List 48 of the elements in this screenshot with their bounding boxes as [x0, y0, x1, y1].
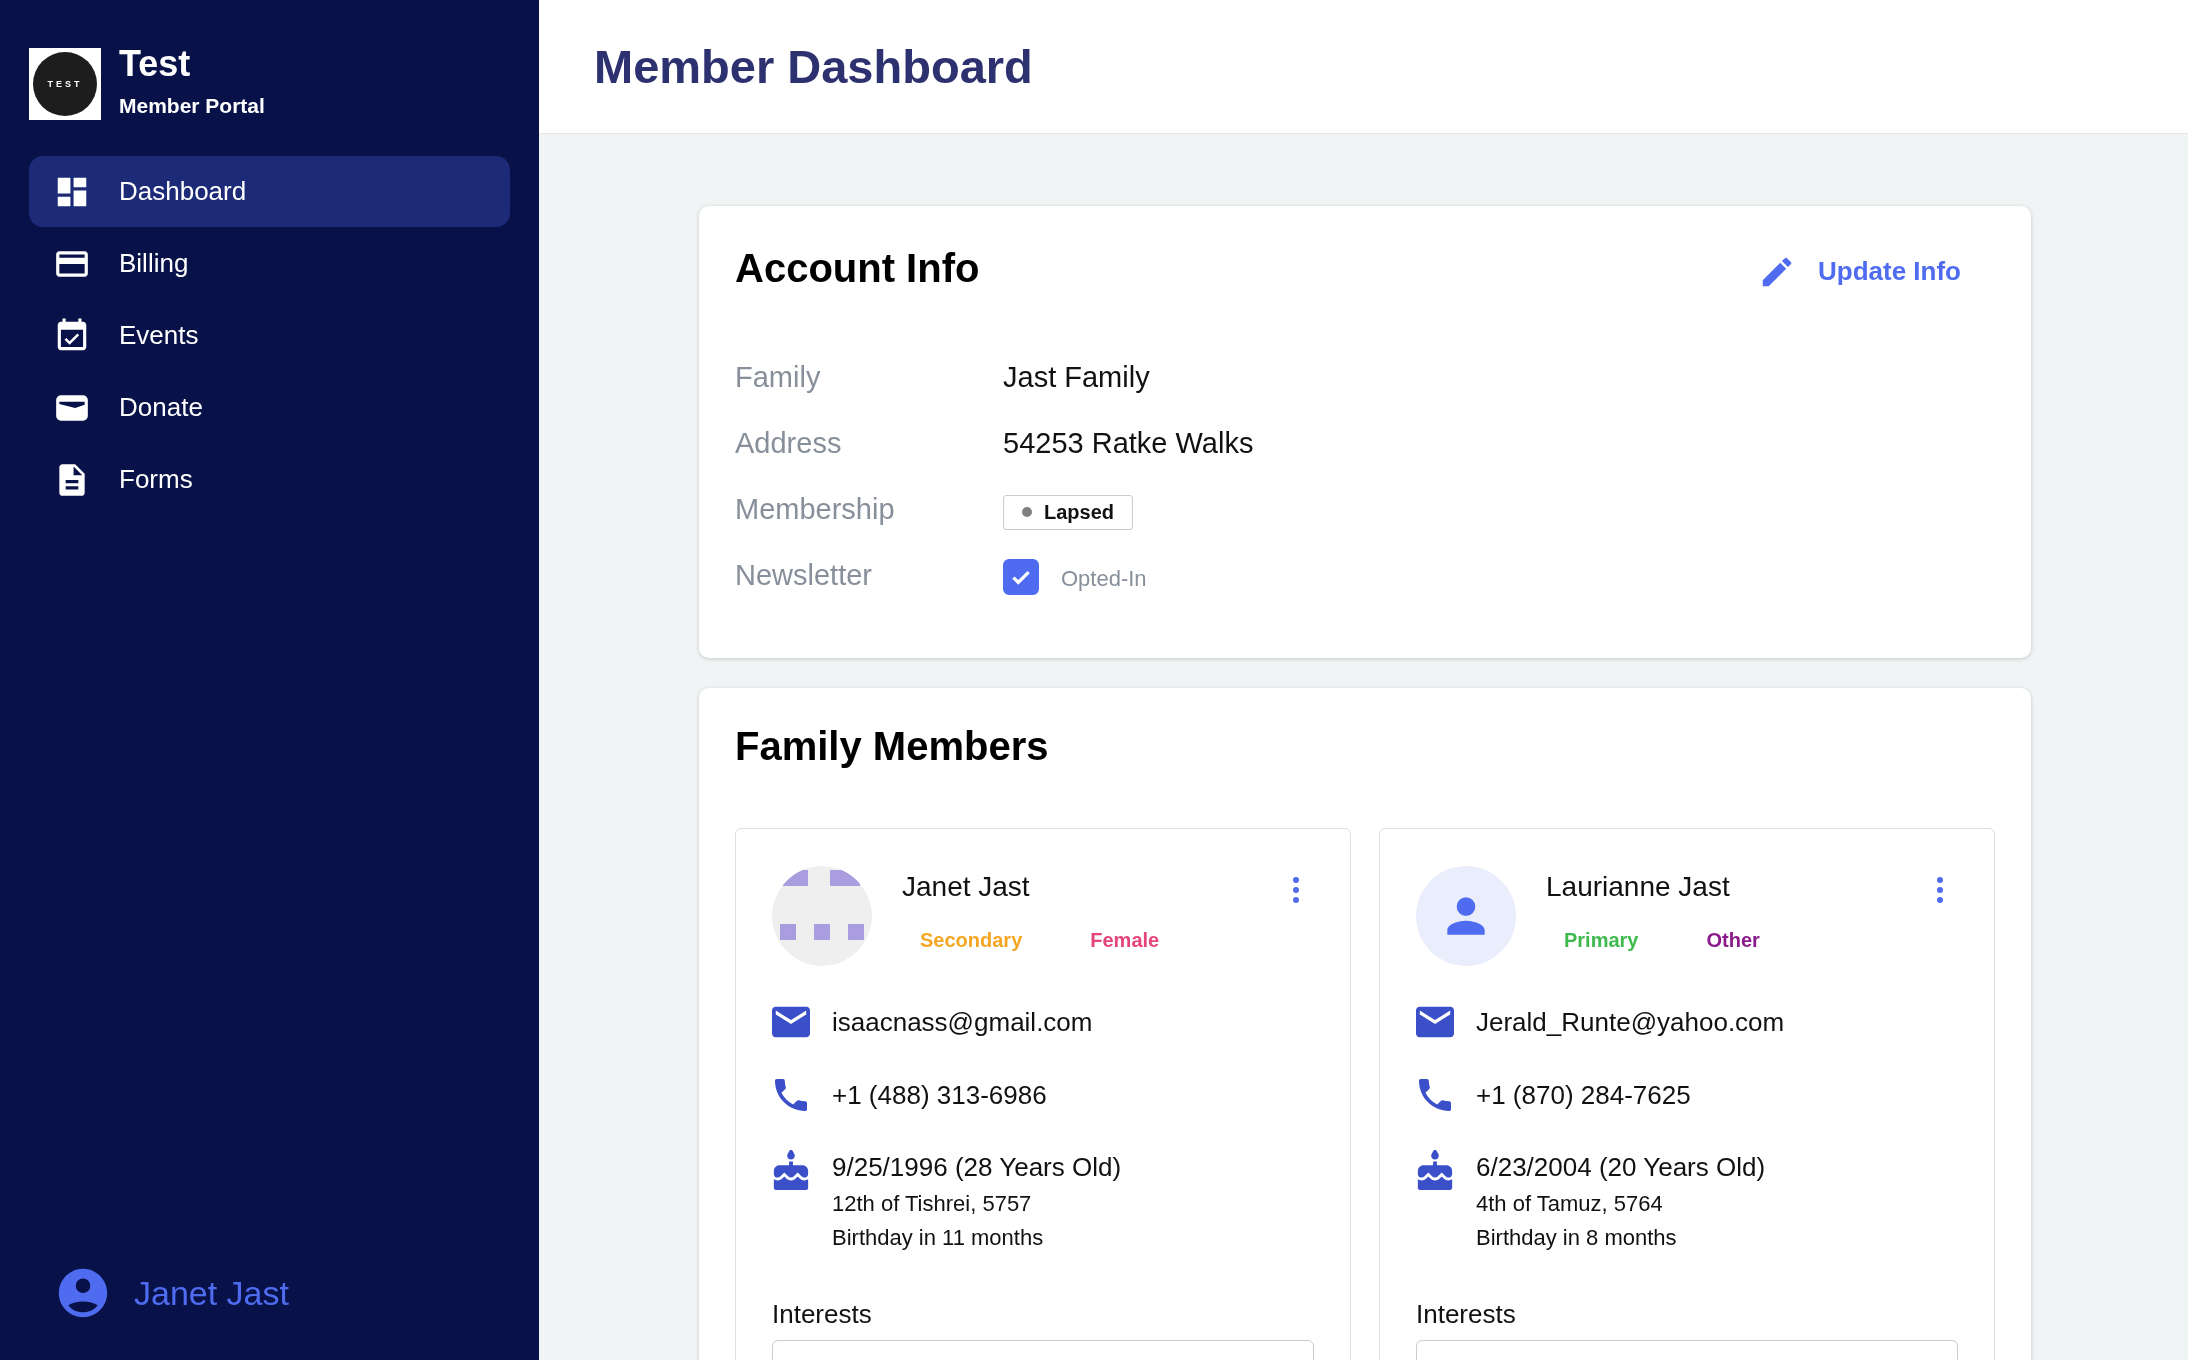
cake-icon — [1416, 1150, 1454, 1190]
member-tag: Female — [1090, 929, 1160, 952]
nav-item[interactable]: Forms — [29, 444, 510, 515]
hebrew-date: 12th of Tishrei, 5757 — [832, 1191, 1033, 1217]
member-name: Laurianne Jast — [1546, 871, 1731, 903]
birthday-countdown: Birthday in 8 months — [1476, 1225, 1678, 1251]
field-label: Newsletter — [735, 558, 873, 592]
more-vertical-icon — [1292, 876, 1300, 904]
nav-item[interactable]: Donate — [29, 372, 510, 443]
field-label: Membership — [735, 492, 896, 526]
member-phone: +1 (870) 284-7625 — [1476, 1079, 1691, 1111]
nav-item[interactable]: Events — [29, 300, 510, 371]
checkbox-label: Opted-In — [1061, 566, 1147, 592]
status-badge: Lapsed — [1003, 494, 1134, 530]
member-birth-date: 6/23/2004 (20 Years Old) — [1476, 1152, 1766, 1183]
nav-item[interactable]: Dashboard — [29, 156, 510, 227]
field-value: 54253 Ratke Walks — [1003, 426, 1254, 460]
section-title: Account Info — [735, 246, 980, 291]
hebrew-date: 4th of Tamuz, 5764 — [1476, 1191, 1664, 1217]
mail-icon — [1416, 1006, 1454, 1038]
update-info-button[interactable]: Update Info — [1758, 252, 1961, 291]
mail-icon — [772, 1006, 810, 1038]
member-phone: +1 (488) 313-6986 — [832, 1079, 1047, 1111]
member-email: isaacnass@gmail.com — [832, 1006, 1093, 1038]
member-tag: Secondary — [920, 929, 1023, 952]
nav-item[interactable]: Billing — [29, 228, 510, 299]
interests-label: Interests — [1416, 1299, 1517, 1330]
member-birth-date: 9/25/1996 (28 Years Old) — [832, 1152, 1122, 1183]
phone-icon — [772, 1079, 810, 1111]
field-label: Address — [735, 426, 843, 460]
app-title: Test — [119, 42, 192, 86]
app-subtitle: Member Portal — [119, 94, 265, 118]
user-name-link[interactable]: Janet Jast — [134, 1273, 289, 1313]
phone-icon — [1416, 1079, 1454, 1111]
newsletter-checkbox[interactable] — [1003, 559, 1039, 595]
section-title: Family Members — [735, 724, 1050, 769]
member-name: Janet Jast — [902, 871, 1031, 903]
member-email: Jerald_Runte@yahoo.com — [1476, 1006, 1785, 1038]
interests-label: Interests — [772, 1299, 873, 1330]
member-tag: Other — [1706, 929, 1760, 952]
page-title: Member Dashboard — [594, 39, 1033, 94]
member-tag: Primary — [1564, 929, 1639, 952]
birthday-countdown: Birthday in 11 months — [832, 1225, 1045, 1251]
more-vertical-icon — [1936, 876, 1944, 904]
cake-icon — [772, 1150, 810, 1190]
field-label: Family — [735, 360, 822, 394]
logo-text: TEST — [47, 79, 83, 89]
field-value: Jast Family — [1003, 360, 1150, 394]
